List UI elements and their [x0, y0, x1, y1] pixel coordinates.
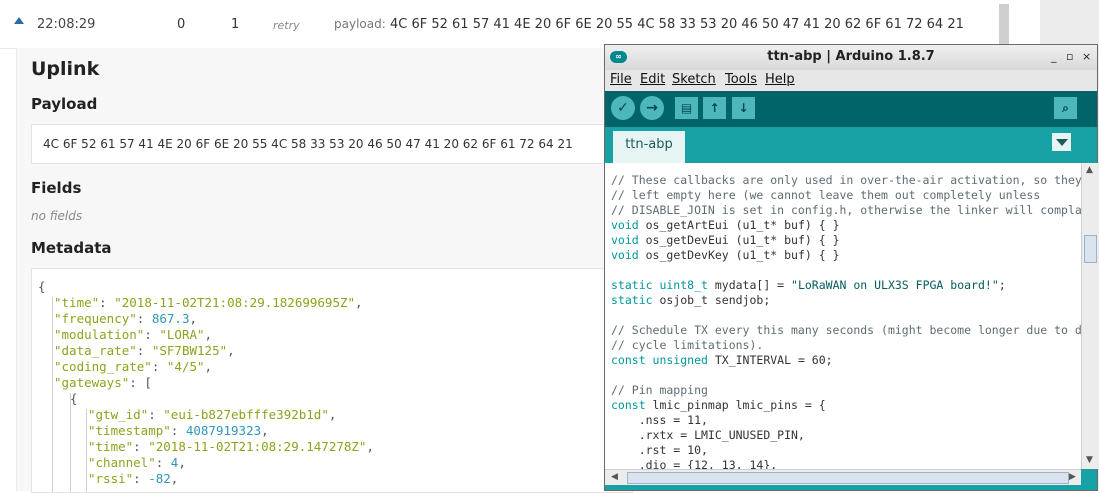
- code-line: const lmic_pinmap lmic_pins = {: [611, 398, 826, 412]
- scroll-thumb[interactable]: [1084, 235, 1097, 263]
- upload-arrow-icon[interactable]: →: [640, 96, 664, 120]
- code-line: // cycle limitations).: [611, 338, 764, 352]
- code-line: .dio = {12, 13, 14},: [611, 458, 778, 469]
- open-sketch-icon[interactable]: ↑: [703, 97, 726, 119]
- maximize-icon[interactable]: ▫: [1066, 50, 1073, 63]
- close-icon[interactable]: ×: [1082, 50, 1091, 63]
- editor-vertical-scrollbar[interactable]: ▲ ▼: [1081, 163, 1098, 469]
- retry-label: retry: [273, 19, 300, 32]
- code-line: void os_getDevEui (u1_t* buf) { }: [611, 233, 840, 247]
- new-sketch-icon[interactable]: ▤: [675, 97, 698, 119]
- menu-edit[interactable]: Edit: [640, 72, 665, 87]
- json-line: "time": "2018-11-02T21:08:29.147278Z",: [88, 439, 374, 454]
- uplink-title: Uplink: [31, 58, 100, 80]
- status-strip: [605, 485, 1097, 490]
- json-line: "gtw_id": "eui-b827ebfffe392b1d",: [88, 407, 337, 422]
- json-line: "frequency": 867.3,: [54, 311, 198, 326]
- code-line: void os_getArtEui (u1_t* buf) { }: [611, 218, 840, 232]
- payload-hex-value: 4C 6F 52 61 57 41 4E 20 6F 6E 20 55 4C 5…: [43, 137, 573, 151]
- json-line: "gateways": [: [54, 375, 152, 390]
- code-line: .nss = 11,: [611, 413, 708, 427]
- json-line: "modulation": "LORA",: [54, 327, 213, 342]
- payload-heading: Payload: [31, 95, 98, 113]
- code-line: const unsigned TX_INTERVAL = 60;: [611, 353, 833, 367]
- scroll-left-icon[interactable]: ◀: [611, 472, 618, 482]
- uplink-counter: 0: [177, 17, 186, 32]
- code-line: // These callbacks are only used in over…: [611, 173, 1081, 187]
- no-fields-text: no fields: [31, 209, 83, 223]
- json-line: "coding_rate": "4/5",: [54, 359, 213, 374]
- indent-guide: [70, 393, 71, 492]
- indent-guide: [86, 409, 87, 492]
- tab-ttn-abp[interactable]: ttn-abp: [613, 131, 685, 163]
- serial-monitor-icon[interactable]: ⌕: [1054, 97, 1077, 119]
- tab-bar: ttn-abp: [605, 127, 1097, 163]
- menu-bar: File Edit Sketch Tools Help: [605, 70, 1097, 91]
- code-line: // Pin mapping: [611, 383, 708, 397]
- verify-check-icon[interactable]: ✓: [611, 96, 635, 120]
- json-line: "rssi": -82,: [88, 471, 179, 486]
- json-line: "data_rate": "SF7BW125",: [54, 343, 235, 358]
- code-line: // DISABLE_JOIN is set in config.h, othe…: [611, 203, 1081, 217]
- code-editor[interactable]: // These callbacks are only used in over…: [605, 163, 1081, 469]
- arduino-window: ∞ ttn-abp | Arduino 1.8.7 _ ▫ × File Edi…: [604, 44, 1098, 491]
- menu-file[interactable]: File: [610, 72, 632, 87]
- code-line: void os_getDevKey (u1_t* buf) { }: [611, 248, 840, 262]
- scroll-down-icon[interactable]: ▼: [1086, 455, 1093, 465]
- fields-heading: Fields: [31, 179, 82, 197]
- save-sketch-icon[interactable]: ↓: [732, 97, 755, 119]
- menu-sketch[interactable]: Sketch: [672, 72, 716, 87]
- metadata-heading: Metadata: [31, 239, 112, 257]
- scroll-right-icon[interactable]: ▶: [1069, 472, 1076, 482]
- scroll-up-icon[interactable]: ▲: [1086, 165, 1093, 175]
- payload-hex: 4C 6F 52 61 57 41 4E 20 6F 6E 20 55 4C 5…: [390, 17, 964, 32]
- menu-help[interactable]: Help: [765, 72, 795, 87]
- json-line: "time": "2018-11-02T21:08:29.182699695Z"…: [54, 295, 363, 310]
- code-line: // left empty here (we cannot leave them…: [611, 188, 1041, 202]
- window-title: ttn-abp | Arduino 1.8.7: [767, 49, 935, 64]
- toolbar: ✓ → ▤ ↑ ↓ ⌕: [605, 91, 1097, 127]
- payload-label: payload:: [334, 17, 386, 31]
- json-line: "channel": 4,: [88, 455, 186, 470]
- uplink-port: 1: [231, 17, 240, 32]
- uplink-time: 22:08:29: [37, 17, 96, 32]
- json-line: {: [38, 279, 46, 294]
- code-line: static osjob_t sendjob;: [611, 293, 771, 307]
- minimize-icon[interactable]: _: [1051, 50, 1057, 63]
- payload-box: 4C 6F 52 61 57 41 4E 20 6F 6E 20 55 4C 5…: [31, 124, 633, 164]
- code-line: // Schedule TX every this many seconds (…: [611, 323, 1081, 337]
- tab-menu-chevron-icon[interactable]: [1052, 133, 1071, 151]
- code-line: .rxtx = LMIC_UNUSED_PIN,: [611, 428, 805, 442]
- editor-horizontal-scrollbar[interactable]: ◀ ▶: [605, 469, 1081, 486]
- collapse-triangle-icon[interactable]: [14, 17, 24, 24]
- arduino-title-bar[interactable]: ∞ ttn-abp | Arduino 1.8.7 _ ▫ ×: [605, 45, 1097, 71]
- uplink-row[interactable]: 22:08:29 0 1 retry payload: 4C 6F 52 61 …: [0, 0, 1040, 49]
- menu-tools[interactable]: Tools: [725, 72, 757, 87]
- metadata-json-view: { "time": "2018-11-02T21:08:29.182699695…: [31, 268, 633, 493]
- indent-guide: [52, 297, 53, 492]
- code-line: static uint8_t mydata[] = "LoRaWAN on UL…: [611, 278, 1006, 292]
- json-line: "timestamp": 4087919323,: [88, 423, 269, 438]
- json-line: {: [70, 391, 78, 406]
- scroll-thumb[interactable]: [627, 472, 1069, 484]
- code-line: .rst = 10,: [611, 443, 708, 457]
